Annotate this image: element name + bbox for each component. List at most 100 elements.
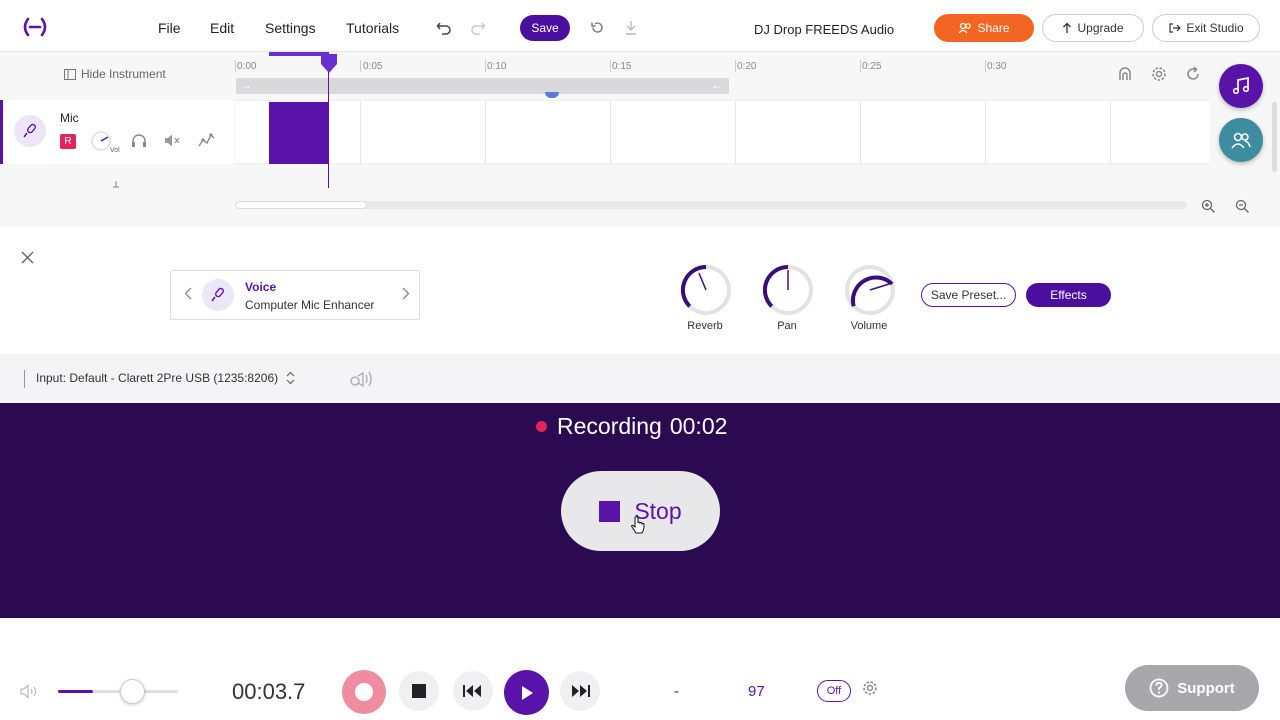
- stop-button[interactable]: [399, 671, 439, 711]
- grid-line: [860, 101, 861, 165]
- mic-track-icon[interactable]: [14, 115, 46, 147]
- vertical-scrollbar[interactable]: [1272, 102, 1277, 172]
- effects-button[interactable]: Effects: [1026, 283, 1111, 307]
- menu-file[interactable]: File: [158, 20, 181, 36]
- tick-line: [860, 60, 861, 72]
- prev-preset-icon[interactable]: [184, 287, 192, 300]
- hide-instrument-button[interactable]: Hide Instrument: [64, 67, 166, 81]
- record-button[interactable]: [342, 670, 386, 714]
- history-icon[interactable]: [590, 20, 605, 35]
- panel-icon: [64, 68, 76, 80]
- tempo-display[interactable]: 97: [748, 683, 765, 700]
- upgrade-label: Upgrade: [1077, 21, 1124, 35]
- menu-settings[interactable]: Settings: [265, 20, 316, 36]
- instrument-selector[interactable]: Voice Computer Mic Enhancer: [170, 270, 420, 320]
- tick-line: [360, 60, 361, 72]
- headphones-icon[interactable]: [131, 133, 147, 148]
- record-arm-label: R: [64, 136, 72, 147]
- grid-line: [1110, 101, 1111, 165]
- transport-bar: 00:03.7 - 97 Off Support: [0, 662, 1280, 720]
- redo-icon[interactable]: [470, 20, 486, 36]
- master-volume-icon[interactable]: [20, 684, 39, 699]
- track-header[interactable]: Mic R Vol: [0, 100, 234, 164]
- save-label: Save: [531, 21, 559, 35]
- rewind-button[interactable]: [453, 671, 493, 711]
- close-icon[interactable]: [20, 250, 35, 265]
- save-preset-button[interactable]: Save Preset...: [921, 283, 1016, 307]
- tick-label: 0:20: [737, 61, 757, 72]
- recording-status: Recording 00:02: [557, 413, 727, 440]
- grid-line: [485, 101, 486, 165]
- tick-line: [610, 60, 611, 72]
- settings-gear-icon[interactable]: [1151, 66, 1167, 82]
- timeline-area: Hide Instrument 0:00 0:05 0:10 0:15 0:20…: [0, 52, 1280, 227]
- track-lane[interactable]: [235, 100, 1210, 165]
- undo-icon[interactable]: [436, 20, 452, 36]
- effects-label: Effects: [1050, 288, 1087, 302]
- recording-elapsed: 00:02: [669, 413, 728, 439]
- cursor-icon: [630, 516, 646, 536]
- download-icon[interactable]: [624, 20, 638, 35]
- top-bar: File Edit Settings Tutorials Save DJ Dro…: [0, 0, 1280, 52]
- stop-recording-button[interactable]: Stop: [561, 471, 720, 551]
- play-icon: [520, 685, 534, 701]
- input-divider: [24, 370, 25, 388]
- logo-icon[interactable]: [20, 16, 50, 38]
- volume-label: Volume: [850, 320, 888, 332]
- support-button[interactable]: Support: [1125, 665, 1259, 711]
- play-button[interactable]: [504, 670, 549, 715]
- input-select[interactable]: Input: Default - Clarett 2Pre USB (1235:…: [36, 371, 295, 385]
- mute-icon[interactable]: [164, 133, 181, 148]
- loop-start-icon[interactable]: →: [240, 78, 252, 92]
- instrument-panel: Voice Computer Mic Enhancer Reverb Pan V…: [0, 228, 1280, 354]
- music-note-icon: [1231, 76, 1251, 96]
- ruler[interactable]: 0:00 0:05 0:10 0:15 0:20 0:25 0:30 → ←: [235, 52, 1210, 100]
- metronome-toggle[interactable]: Off: [817, 680, 851, 702]
- menu-tutorials[interactable]: Tutorials: [346, 20, 399, 36]
- record-arm-button[interactable]: R: [60, 134, 76, 149]
- collaborators-fab[interactable]: [1219, 118, 1263, 162]
- menu-edit[interactable]: Edit: [210, 20, 234, 36]
- volume-knob-large[interactable]: [844, 264, 896, 316]
- monitor-speaker-icon[interactable]: [349, 369, 375, 387]
- save-preset-label: Save Preset...: [930, 288, 1007, 302]
- track-name[interactable]: Mic: [60, 111, 79, 125]
- hide-instrument-label: Hide Instrument: [81, 67, 166, 81]
- master-volume-slider[interactable]: [58, 679, 178, 704]
- zoom-in-icon[interactable]: [1201, 199, 1216, 214]
- next-preset-icon[interactable]: [402, 287, 410, 300]
- pan-label: Pan: [777, 320, 797, 332]
- track-resize-handle[interactable]: [111, 180, 121, 188]
- metronome-settings-icon[interactable]: [862, 680, 878, 696]
- tick-line: [235, 60, 236, 72]
- loop-icon[interactable]: [1185, 66, 1201, 82]
- playhead-handle[interactable]: [320, 54, 338, 74]
- reverb-knob[interactable]: [680, 264, 732, 316]
- recording-indicator-dot: [536, 421, 547, 432]
- key-display[interactable]: -: [674, 683, 679, 700]
- slider-thumb[interactable]: [120, 679, 145, 704]
- loop-end-icon[interactable]: ←: [711, 78, 723, 92]
- tuner-icon[interactable]: [1117, 66, 1133, 82]
- zoom-out-icon[interactable]: [1235, 199, 1250, 214]
- playhead-line: [328, 72, 329, 188]
- rewind-icon: [463, 684, 483, 698]
- grid-line: [360, 101, 361, 165]
- upgrade-button[interactable]: Upgrade: [1042, 14, 1144, 42]
- instruments-fab[interactable]: [1219, 64, 1263, 108]
- pan-knob[interactable]: [762, 264, 814, 316]
- recording-clip[interactable]: [269, 102, 329, 164]
- tick-label: 0:05: [363, 61, 383, 72]
- loop-region[interactable]: [236, 78, 729, 94]
- exit-studio-button[interactable]: Exit Studio: [1152, 14, 1260, 42]
- save-button[interactable]: Save: [520, 15, 570, 41]
- fast-forward-button[interactable]: [560, 671, 600, 711]
- tick-line: [985, 60, 986, 72]
- automation-icon[interactable]: [198, 132, 215, 149]
- arrow-up-icon: [1062, 22, 1072, 34]
- scrollbar-thumb[interactable]: [236, 202, 366, 208]
- project-title[interactable]: DJ Drop FREEDS Audio: [754, 22, 894, 37]
- share-icon: [958, 22, 972, 34]
- horizontal-scrollbar[interactable]: [235, 201, 1187, 209]
- share-button[interactable]: Share: [934, 14, 1034, 42]
